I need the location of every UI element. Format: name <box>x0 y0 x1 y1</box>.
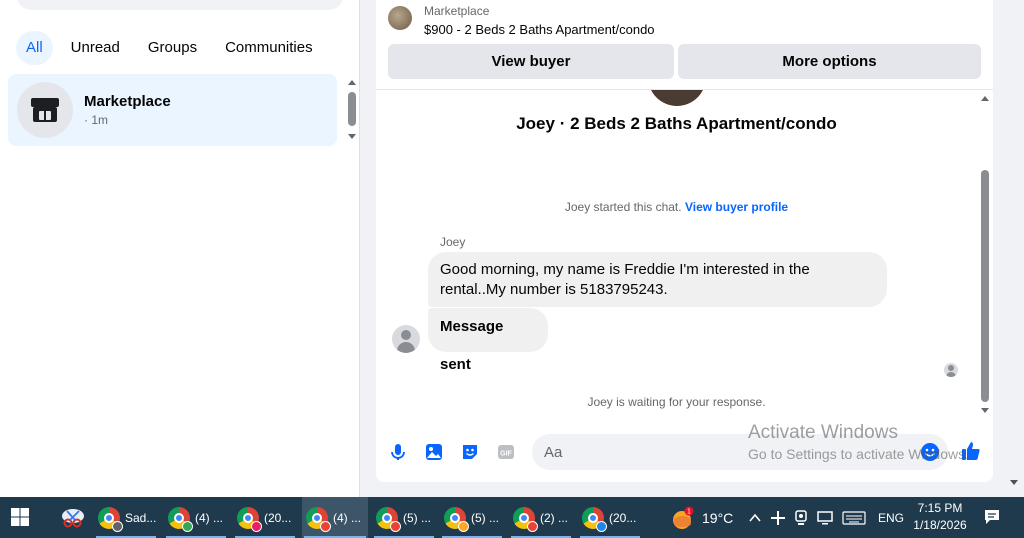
sticker-icon[interactable] <box>460 442 480 462</box>
sender-avatar[interactable] <box>392 325 420 353</box>
chat-title: Joey · 2 Beds 2 Baths Apartment/condo <box>516 114 837 133</box>
chrome-icon <box>513 506 538 532</box>
conversation-time: · 1m <box>84 113 108 127</box>
clock-time: 7:15 PM <box>917 501 963 515</box>
tab-all[interactable]: All <box>16 31 53 65</box>
search-messenger-input[interactable] <box>16 0 344 10</box>
windows-taskbar: Sad... (4) ... (20... (4) ... (5) ... (5… <box>0 497 1024 538</box>
photo-icon[interactable] <box>424 442 444 462</box>
chat-list-scrollbar[interactable] <box>346 78 358 142</box>
taskbar-window-label: (5) ... <box>403 510 432 525</box>
listing-header: Marketplace $900 - 2 Beds 2 Baths Apartm… <box>376 0 993 90</box>
conversation-item-marketplace[interactable]: Marketplace · 1m <box>8 74 337 146</box>
message-input[interactable] <box>532 434 948 470</box>
scrollbar-thumb[interactable] <box>348 92 356 126</box>
taskbar-chrome-window[interactable]: (2) ... <box>509 497 573 538</box>
listing-source: Marketplace <box>424 4 490 18</box>
listing-thumbnail[interactable] <box>388 6 412 30</box>
input-language[interactable]: ENG <box>878 511 904 525</box>
taskbar-window-label: (2) ... <box>540 510 569 525</box>
tab-groups[interactable]: Groups <box>138 31 207 65</box>
taskbar-chrome-window[interactable]: (20... <box>578 497 642 538</box>
svg-text:GIF: GIF <box>500 451 512 458</box>
listing-title[interactable]: $900 - 2 Beds 2 Baths Apartment/condo <box>424 22 655 37</box>
notification-center-icon[interactable] <box>983 508 1001 526</box>
chevron-up-icon[interactable] <box>748 511 762 525</box>
more-options-button[interactable]: More options <box>678 44 981 79</box>
scroll-down-arrow-icon[interactable] <box>348 134 356 139</box>
keyboard-icon[interactable] <box>842 510 866 525</box>
microphone-icon[interactable] <box>388 442 408 462</box>
view-buyer-profile-link[interactable]: View buyer profile <box>685 200 788 214</box>
tab-unread[interactable]: Unread <box>61 31 130 65</box>
chat-started-notice: Joey started this chat. View buyer profi… <box>376 200 977 214</box>
message-bubble[interactable]: Good morning, my name is Freddie I'm int… <box>428 252 887 307</box>
scroll-up-arrow-icon[interactable] <box>348 80 356 85</box>
view-buyer-button[interactable]: View buyer <box>388 44 674 79</box>
system-tray: ENG <box>748 497 904 538</box>
scroll-up-arrow-icon[interactable] <box>981 96 989 101</box>
conversation-scrollbar[interactable] <box>978 92 992 418</box>
chrome-icon <box>376 506 401 532</box>
chrome-icon <box>582 506 607 532</box>
sender-name: Joey <box>440 235 466 249</box>
chat-list-panel: All Unread Groups Communities Marketplac… <box>0 0 360 497</box>
windows-start-icon[interactable] <box>10 507 30 527</box>
taskbar-window-label: (20... <box>609 510 637 525</box>
message-bubble[interactable]: Message sent <box>428 308 548 373</box>
filter-tabs: All Unread Groups Communities <box>16 31 323 65</box>
scrollbar-thumb[interactable] <box>981 170 989 402</box>
taskbar-clock[interactable]: 7:15 PM 1/18/2026 <box>906 500 974 534</box>
weather-icon: 1 <box>673 506 694 529</box>
taskbar-chrome-window[interactable]: (20... <box>233 497 297 538</box>
tab-communities[interactable]: Communities <box>215 31 323 65</box>
taskbar-window-label: (20... <box>264 510 292 525</box>
chat-started-text: Joey started this chat. <box>564 200 682 214</box>
clock-date: 1/18/2026 <box>913 518 967 532</box>
move-cross-icon[interactable] <box>770 510 786 526</box>
marketplace-store-icon <box>31 98 59 122</box>
read-receipt-avatar <box>944 363 958 377</box>
marketplace-avatar <box>17 82 73 138</box>
taskbar-window-label: (4) ... <box>333 510 362 525</box>
taskbar-window-label: (5) ... <box>471 510 500 525</box>
chrome-icon <box>306 506 331 532</box>
chrome-icon <box>237 506 262 532</box>
emoji-icon[interactable] <box>920 442 940 462</box>
webcam-icon[interactable] <box>794 509 808 526</box>
taskbar-chrome-window[interactable]: (5) ... <box>372 497 436 538</box>
chrome-icon <box>168 506 193 532</box>
waiting-response-notice: Joey is waiting for your response. <box>587 395 766 409</box>
thumbs-up-icon[interactable] <box>960 440 982 462</box>
weather-widget[interactable]: 1 19°C <box>670 497 733 538</box>
taskbar-chrome-window[interactable]: (5) ... <box>440 497 504 538</box>
scroll-down-arrow-icon[interactable] <box>981 408 989 413</box>
chrome-icon <box>444 506 469 532</box>
conversation-panel: Marketplace $900 - 2 Beds 2 Baths Apartm… <box>376 0 993 482</box>
gif-icon[interactable]: GIF <box>496 442 516 462</box>
weather-badge: 1 <box>687 508 691 515</box>
taskbar-window-label: Sad... <box>125 510 157 525</box>
scissors-icon <box>62 508 84 527</box>
taskbar-window-label: (4) ... <box>195 510 224 525</box>
chrome-icon <box>98 506 123 532</box>
message-composer: GIF <box>376 430 993 474</box>
snipping-tool-taskbar-icon[interactable] <box>56 497 90 538</box>
network-icon[interactable] <box>816 510 834 526</box>
conversation-name: Marketplace <box>84 93 171 110</box>
taskbar-chrome-window[interactable]: (4) ... <box>164 497 228 538</box>
taskbar-chrome-window-active[interactable]: (4) ... <box>302 497 368 538</box>
weather-temperature: 19°C <box>702 509 734 526</box>
taskbar-chrome-window[interactable]: Sad... <box>94 497 158 538</box>
